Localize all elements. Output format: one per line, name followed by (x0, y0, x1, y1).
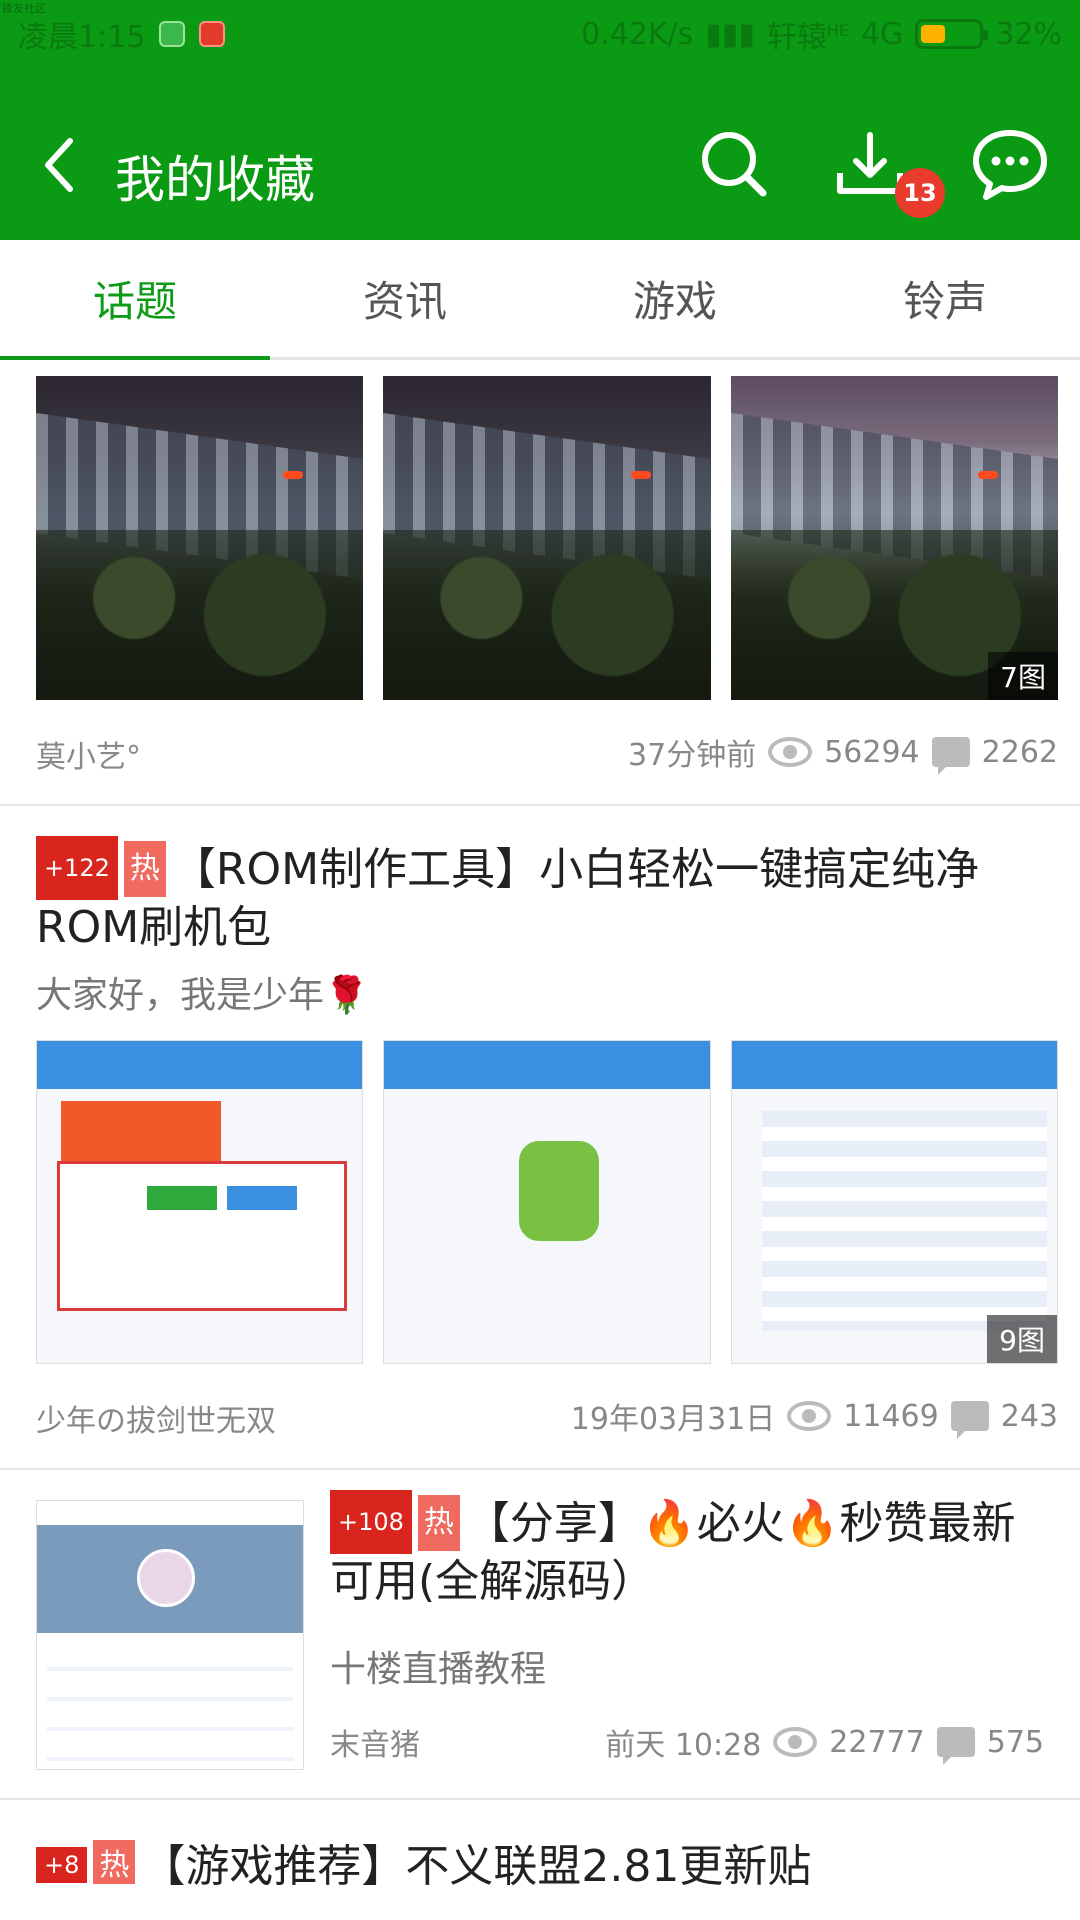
author-name[interactable]: 少年の拔剑世无双 (36, 1396, 276, 1440)
status-time: 凌晨1:15 (18, 20, 146, 55)
comment-count: 243 (1000, 1398, 1058, 1434)
post-subtitle: 大家好，我是少年🌹 (36, 975, 369, 1016)
post-title[interactable]: 【游戏推荐】不义联盟2.81更新贴 (141, 1841, 811, 1892)
view-count: 22777 (829, 1724, 925, 1760)
score-tag: +122 (36, 836, 118, 900)
app-bar: 锋友社区 凌晨1:15 0.42K/s ▮▮▮ 轩辕HE 4G 32% 我的收藏 (0, 0, 1080, 240)
author-name[interactable]: 莫小艺° (36, 732, 141, 776)
list-item[interactable]: +108 热【分享】🔥必火🔥秒赞最新可用(全解源码） 十楼直播教程 末音猪 前天 … (0, 1470, 1080, 1800)
image-count-badge: 9图 (987, 1315, 1057, 1363)
post-meta: 末音猪 前天 10:28 22777 575 (330, 1720, 1044, 1765)
list-item[interactable]: +122 热【ROM制作工具】小白轻松一键搞定纯净ROM刷机包 大家好，我是少年🌹… (0, 806, 1080, 1470)
hot-tag: 热 (123, 841, 166, 897)
view-count: 56294 (824, 734, 920, 770)
view-count: 11469 (843, 1398, 939, 1434)
post-title[interactable]: 【ROM制作工具】小白轻松一键搞定纯净ROM刷机包 (36, 844, 979, 953)
list-item[interactable]: 7图 莫小艺° 37分钟前 56294 2262 (0, 360, 1080, 806)
author-name[interactable]: 末音猪 (330, 1728, 420, 1763)
tab-topics[interactable]: 话题 (0, 240, 270, 360)
comment-icon (931, 737, 970, 775)
comment-count: 2262 (981, 734, 1058, 770)
post-time: 19年03月31日 (570, 1402, 776, 1437)
tab-games[interactable]: 游戏 (540, 240, 810, 357)
eye-icon (773, 1727, 818, 1757)
post-image[interactable] (36, 1500, 304, 1770)
score-tag: +8 (36, 1847, 88, 1883)
battery-icon (915, 19, 989, 49)
post-image[interactable] (36, 376, 364, 700)
image-row: 7图 (0, 376, 1080, 700)
post-image[interactable]: 7图 (730, 376, 1058, 700)
comment-icon (936, 1727, 975, 1765)
signal-icon: ▮▮▮ (705, 16, 755, 52)
page-title: 我的收藏 (115, 151, 315, 209)
category-tabs: 话题 资讯 游戏 铃声 (0, 240, 1080, 360)
battery-percent: 32% (995, 16, 1062, 52)
post-meta: 莫小艺° 37分钟前 56294 2262 (0, 700, 1080, 804)
hot-tag: 热 (93, 1840, 136, 1884)
post-title-line: +108 热【分享】🔥必火🔥秒赞最新可用(全解源码） (330, 1490, 1044, 1610)
post-title-line: +122 热【ROM制作工具】小白轻松一键搞定纯净ROM刷机包 (0, 806, 1080, 956)
weibo-notification-icon (199, 21, 226, 47)
header: 我的收藏 13 (0, 60, 1080, 240)
score-tag: +108 (330, 1490, 412, 1554)
post-image[interactable] (383, 376, 711, 700)
back-arrow-icon[interactable] (40, 135, 80, 195)
post-time: 37分钟前 (628, 738, 757, 773)
tab-news[interactable]: 资讯 (270, 240, 540, 357)
tab-ringtones[interactable]: 铃声 (810, 240, 1080, 357)
comment-icon (950, 1401, 989, 1439)
comment-count: 575 (986, 1724, 1044, 1760)
status-bar: 锋友社区 凌晨1:15 0.42K/s ▮▮▮ 轩辕HE 4G 32% (0, 0, 1080, 60)
post-image[interactable]: 9图 (730, 1040, 1058, 1364)
chat-icon[interactable] (970, 125, 1050, 205)
search-icon[interactable] (695, 125, 775, 205)
post-image[interactable] (36, 1040, 364, 1364)
list-item[interactable]: +8 热【游戏推荐】不义联盟2.81更新贴 (0, 1800, 1080, 1894)
carrier-name: 轩辕HE (766, 20, 849, 55)
download-count-badge: 13 (895, 168, 945, 218)
network-speed: 0.42K/s (581, 16, 694, 52)
post-image[interactable] (383, 1040, 711, 1364)
favorites-feed: 7图 莫小艺° 37分钟前 56294 2262 +122 热【ROM制作工具】小… (0, 360, 1080, 1894)
qq-notification-icon (159, 21, 186, 47)
image-row: 9图 (0, 1040, 1080, 1364)
hot-tag: 热 (417, 1495, 460, 1551)
post-subtitle: 十楼直播教程 (330, 1649, 547, 1690)
post-time: 前天 10:28 (605, 1728, 762, 1763)
post-meta: 少年の拔剑世无双 19年03月31日 11469 243 (0, 1364, 1080, 1468)
image-count-badge: 7图 (988, 652, 1058, 700)
network-type: 4G (860, 16, 904, 52)
eye-icon (787, 1401, 832, 1431)
eye-icon (768, 737, 813, 767)
